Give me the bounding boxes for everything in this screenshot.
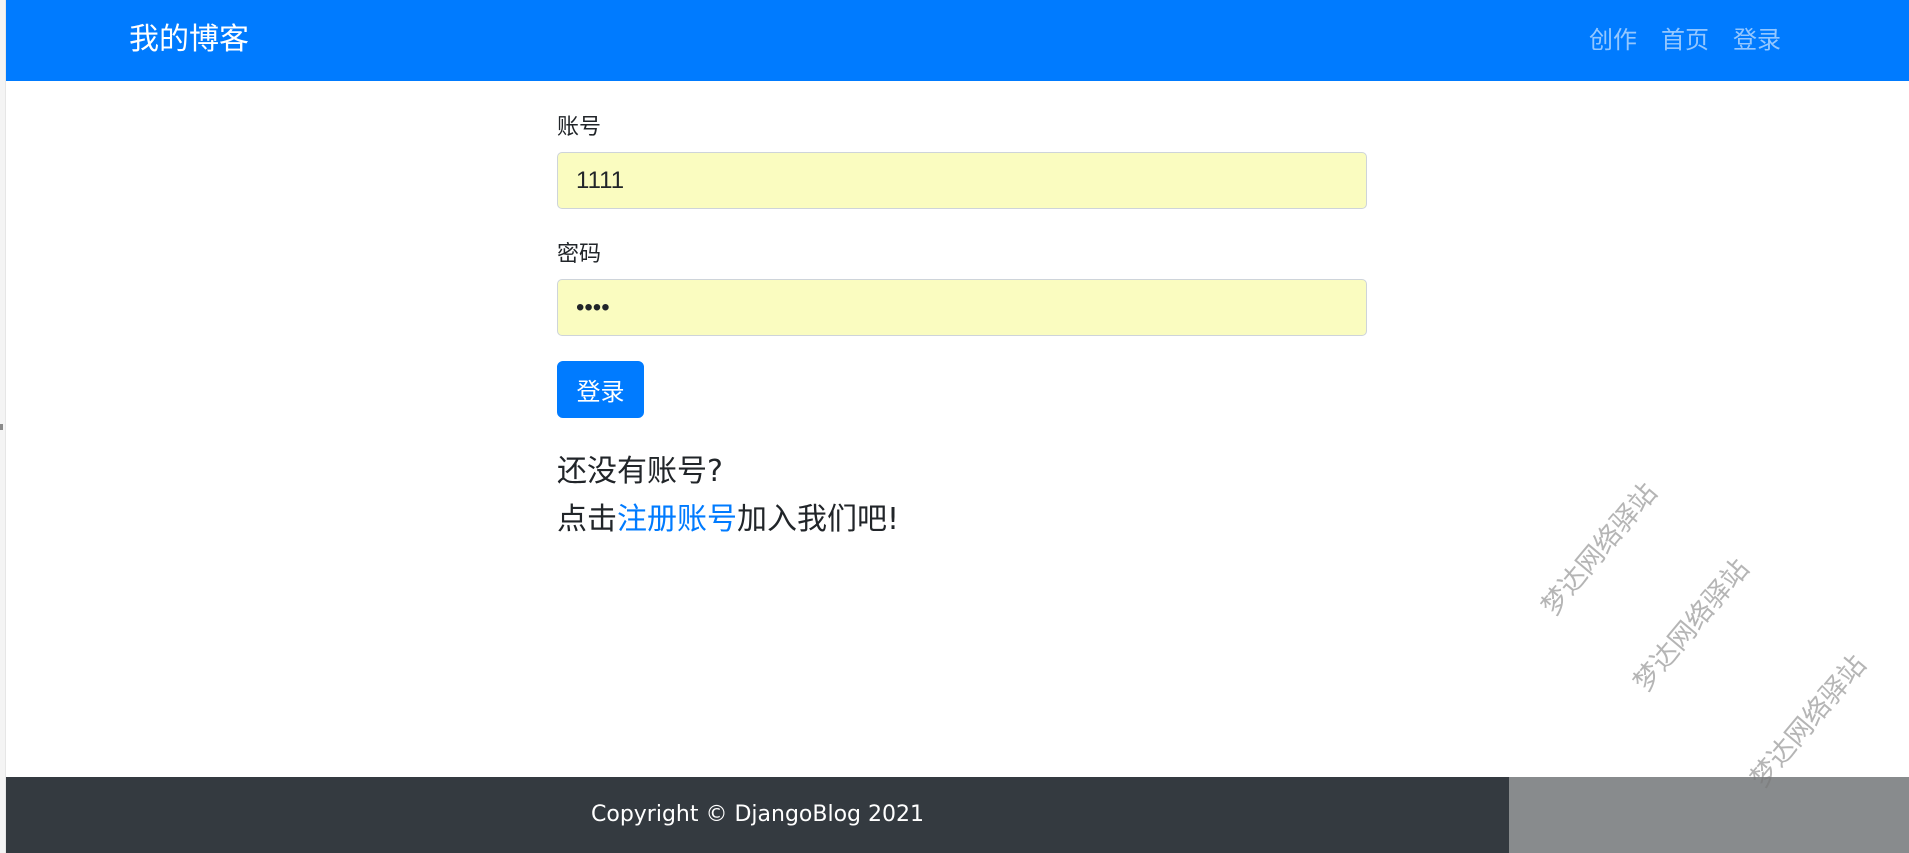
signup-prefix: 点击 [557, 502, 617, 537]
password-input[interactable] [557, 279, 1367, 336]
watermark: 梦达网络驿站 [1627, 553, 1756, 698]
footer: Copyright © DjangoBlog 2021 [6, 777, 1509, 853]
login-form: 账号 密码 登录 还没有账号? 点击注册账号加入我们吧! [557, 112, 1367, 544]
signup-link[interactable]: 注册账号 [617, 502, 737, 537]
signup-question: 还没有账号? [557, 454, 723, 489]
nav-link-create[interactable]: 创作 [1589, 22, 1637, 58]
watermark: 梦达网络驿站 [1535, 477, 1664, 622]
page: 我的博客 创作 首页 登录 账号 密码 登录 还没有账号? 点击注册账号加入我们… [0, 0, 1909, 853]
password-label: 密码 [557, 242, 602, 267]
nav-link-home[interactable]: 首页 [1661, 22, 1709, 58]
login-button[interactable]: 登录 [557, 361, 644, 418]
signup-prompt: 还没有账号? 点击注册账号加入我们吧! [557, 448, 1367, 544]
footer-copyright: Copyright © DjangoBlog 2021 [591, 802, 924, 827]
username-label: 账号 [557, 115, 602, 140]
signup-suffix: 加入我们吧! [737, 502, 900, 537]
signup-line: 点击注册账号加入我们吧! [557, 496, 1367, 544]
left-edge-marker [0, 424, 3, 430]
footer-gray-overlay [1509, 777, 1909, 853]
nav-links: 创作 首页 登录 [1589, 22, 1781, 58]
brand-link[interactable]: 我的博客 [129, 20, 249, 60]
nav-link-login[interactable]: 登录 [1733, 22, 1781, 58]
username-input[interactable] [557, 152, 1367, 209]
navbar: 我的博客 创作 首页 登录 [6, 0, 1909, 81]
